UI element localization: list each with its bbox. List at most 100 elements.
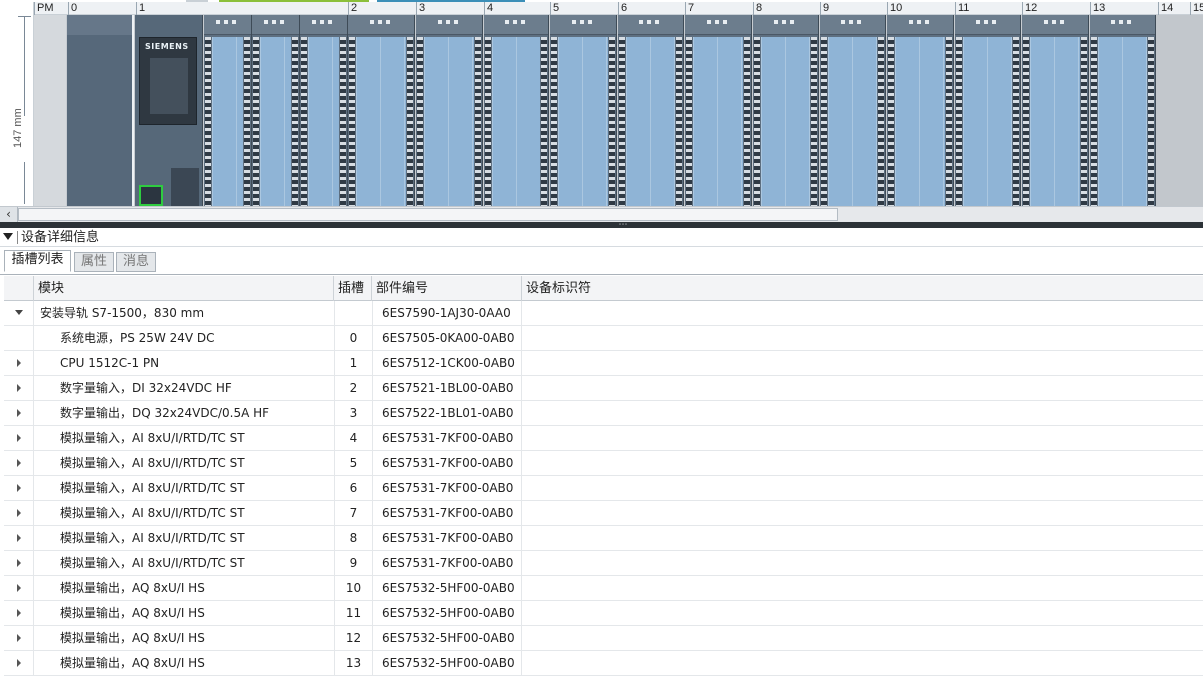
tab-slot-list[interactable]: 插槽列表 bbox=[4, 250, 71, 272]
expand-arrow-icon[interactable] bbox=[4, 551, 34, 576]
led-icon bbox=[774, 20, 778, 24]
ruler-line-bottom bbox=[24, 162, 25, 204]
scroll-thumb[interactable] bbox=[18, 208, 838, 221]
cell-slot: 1 bbox=[334, 351, 372, 376]
cell-device-id[interactable] bbox=[522, 651, 1203, 676]
horizontal-scrollbar[interactable]: ‹ bbox=[0, 206, 1203, 222]
table-row[interactable]: 安装导轨 S7-1500，830 mm 6ES7590-1AJ30-0AA0 bbox=[4, 301, 1203, 326]
cell-part-number: 6ES7532-5HF00-0AB0 bbox=[372, 576, 522, 601]
table-row[interactable]: 数字量输出，DQ 32x24VDC/0.5A HF 3 6ES7522-1BL01-… bbox=[4, 401, 1203, 426]
expand-arrow-icon[interactable] bbox=[4, 351, 34, 376]
io-module[interactable] bbox=[416, 15, 483, 206]
led-icon bbox=[1119, 20, 1123, 24]
io-module[interactable] bbox=[887, 15, 954, 206]
col-part-number[interactable]: 部件编号 bbox=[372, 276, 522, 301]
io-module[interactable] bbox=[1090, 15, 1156, 206]
expand-arrow-icon[interactable] bbox=[4, 376, 34, 401]
ethernet-port-icon[interactable] bbox=[139, 185, 163, 206]
rack-area[interactable]: SIEMENS bbox=[34, 15, 1203, 206]
cell-device-id[interactable] bbox=[522, 301, 1203, 326]
cell-device-id[interactable] bbox=[522, 476, 1203, 501]
cell-device-id[interactable] bbox=[522, 326, 1203, 351]
cell-device-id[interactable] bbox=[522, 576, 1203, 601]
expand-arrow-icon[interactable] bbox=[4, 526, 34, 551]
cell-device-id[interactable] bbox=[522, 401, 1203, 426]
table-row[interactable]: 模拟量输入，AI 8xU/I/RTD/TC ST 8 6ES7531-7KF00-0… bbox=[4, 526, 1203, 551]
led-icon bbox=[453, 20, 458, 24]
terminal-strip bbox=[1013, 37, 1019, 206]
cell-device-id[interactable] bbox=[522, 526, 1203, 551]
table-row[interactable]: 模拟量输出，AQ 8xU/I HS 11 6ES7532-5HF00-0AB0 bbox=[4, 601, 1203, 626]
scroll-left-arrow-icon[interactable]: ‹ bbox=[0, 207, 18, 222]
tab-properties[interactable]: 属性 bbox=[74, 252, 114, 272]
ruler-line-top bbox=[24, 16, 25, 116]
table-row[interactable]: CPU 1512C-1 PN 1 6ES7512-1CK00-0AB0 bbox=[4, 351, 1203, 376]
terminal-strip bbox=[811, 37, 817, 206]
cell-device-id[interactable] bbox=[522, 501, 1203, 526]
cell-device-id[interactable] bbox=[522, 601, 1203, 626]
expand-arrow-icon[interactable] bbox=[4, 651, 34, 676]
io-module[interactable] bbox=[300, 15, 348, 206]
led-icon bbox=[264, 20, 268, 24]
cell-slot: 12 bbox=[334, 626, 372, 651]
cell-device-id[interactable] bbox=[522, 426, 1203, 451]
power-supply-module[interactable] bbox=[67, 15, 134, 206]
cell-device-id[interactable] bbox=[522, 626, 1203, 651]
table-row[interactable]: 模拟量输出，AQ 8xU/I HS 12 6ES7532-5HF00-0AB0 bbox=[4, 626, 1203, 651]
empty-slot[interactable] bbox=[1156, 15, 1203, 206]
led-icon bbox=[647, 20, 651, 24]
io-module[interactable] bbox=[484, 15, 549, 206]
io-module[interactable] bbox=[820, 15, 886, 206]
table-row[interactable]: 模拟量输入，AI 8xU/I/RTD/TC ST 9 6ES7531-7KF00-0… bbox=[4, 551, 1203, 576]
cell-device-id[interactable] bbox=[522, 376, 1203, 401]
table-row[interactable]: 模拟量输出，AQ 8xU/I HS 13 6ES7532-5HF00-0AB0 bbox=[4, 651, 1203, 676]
expand-arrow-icon[interactable] bbox=[4, 501, 34, 526]
io-module[interactable] bbox=[348, 15, 415, 206]
io-module[interactable] bbox=[753, 15, 819, 206]
io-module[interactable] bbox=[955, 15, 1021, 206]
expand-arrow-icon[interactable] bbox=[4, 426, 34, 451]
expand-arrow-icon[interactable] bbox=[4, 451, 34, 476]
terminal-strip bbox=[551, 37, 557, 206]
led-icon bbox=[216, 20, 220, 24]
expand-arrow-icon[interactable] bbox=[4, 576, 34, 601]
device-details-header[interactable]: 设备详细信息 bbox=[0, 228, 1203, 247]
table-row[interactable]: 模拟量输入，AI 8xU/I/RTD/TC ST 7 6ES7531-7KF00-0… bbox=[4, 501, 1203, 526]
col-slot[interactable]: 插槽 bbox=[334, 276, 372, 301]
table-row[interactable]: 数字量输入，DI 32x24VDC HF 2 6ES7521-1BL00-0AB0 bbox=[4, 376, 1203, 401]
expand-arrow-icon[interactable] bbox=[4, 601, 34, 626]
cell-part-number: 6ES7531-7KF00-0AB0 bbox=[372, 426, 522, 451]
io-module[interactable] bbox=[204, 15, 252, 206]
cell-device-id[interactable] bbox=[522, 451, 1203, 476]
collapse-triangle-icon[interactable] bbox=[3, 233, 13, 240]
collapse-arrow-icon[interactable] bbox=[4, 301, 34, 326]
table-row[interactable]: 模拟量输入，AI 8xU/I/RTD/TC ST 5 6ES7531-7KF00-0… bbox=[4, 451, 1203, 476]
cpu-module[interactable]: SIEMENS bbox=[135, 15, 203, 206]
expand-arrow-icon[interactable] bbox=[4, 476, 34, 501]
io-module[interactable] bbox=[685, 15, 752, 206]
col-module[interactable]: 模块 bbox=[34, 276, 334, 301]
cell-device-id[interactable] bbox=[522, 551, 1203, 576]
table-row[interactable]: 模拟量输入，AI 8xU/I/RTD/TC ST 4 6ES7531-7KF00-0… bbox=[4, 426, 1203, 451]
io-module[interactable] bbox=[252, 15, 300, 206]
io-module[interactable] bbox=[1022, 15, 1089, 206]
table-row[interactable]: 系统电源，PS 25W 24V DC 0 6ES7505-0KA00-0AB0 bbox=[4, 326, 1203, 351]
terminal-strip bbox=[301, 37, 307, 206]
io-module[interactable] bbox=[550, 15, 617, 206]
table-row[interactable]: 模拟量输入，AI 8xU/I/RTD/TC ST 6 6ES7531-7KF00-0… bbox=[4, 476, 1203, 501]
col-device-id[interactable]: 设备标识符 bbox=[522, 276, 1203, 301]
tab-messages[interactable]: 消息 bbox=[116, 252, 156, 272]
terminal-strip bbox=[485, 37, 491, 206]
expand-arrow-icon[interactable] bbox=[4, 626, 34, 651]
module-front bbox=[424, 37, 474, 206]
expand-arrow-icon[interactable] bbox=[4, 401, 34, 426]
slot-number-pm: PM bbox=[34, 2, 68, 15]
table-row[interactable]: 模拟量输出，AQ 8xU/I HS 10 6ES7532-5HF00-0AB0 bbox=[4, 576, 1203, 601]
io-module[interactable] bbox=[618, 15, 684, 206]
led-icon bbox=[437, 20, 442, 24]
cell-device-id[interactable] bbox=[522, 351, 1203, 376]
slot-number-5: 5 bbox=[550, 2, 618, 15]
led-icon bbox=[1059, 20, 1064, 24]
rack-view[interactable]: 147 mm PM 0 1 2 3 4 5 6 7 8 9 10 11 12 13 14 15 SIEMENS … bbox=[0, 0, 1203, 222]
cell-module: 模拟量输入，AI 8xU/I/RTD/TC ST bbox=[60, 531, 245, 545]
